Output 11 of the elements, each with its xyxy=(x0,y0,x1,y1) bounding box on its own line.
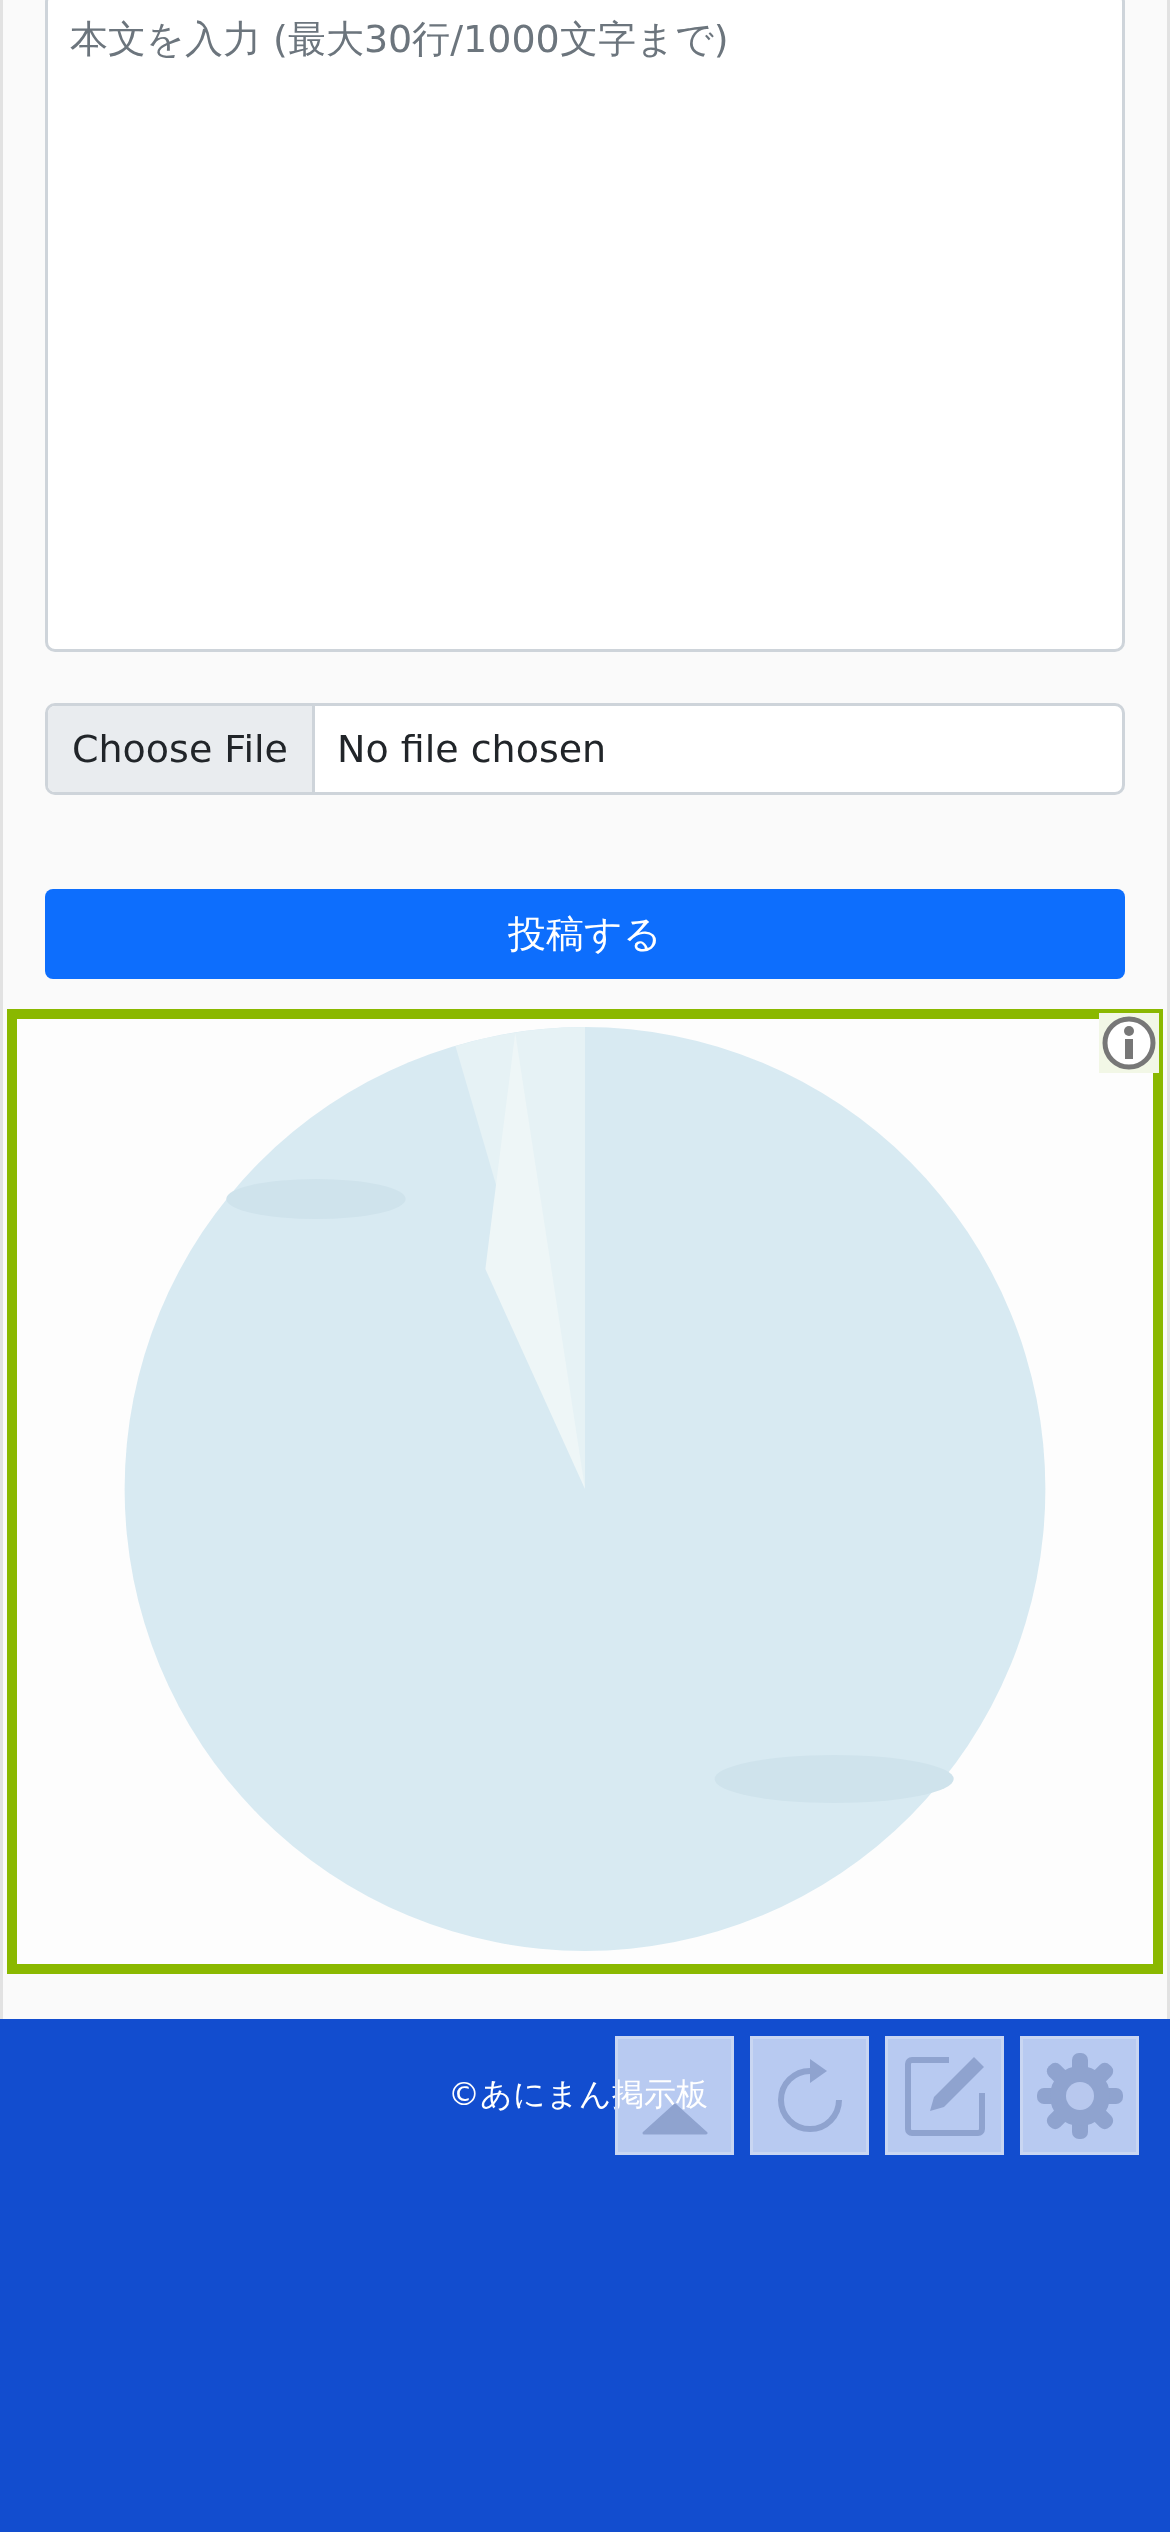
edit-button[interactable] xyxy=(885,2036,1004,2155)
body-textarea[interactable]: 本文を入力 (最大30行/1000文字まで) xyxy=(45,0,1125,652)
edit-icon xyxy=(903,2054,986,2137)
settings-icon xyxy=(1034,2050,1125,2141)
reload-button[interactable] xyxy=(750,2036,869,2155)
settings-button[interactable] xyxy=(1020,2036,1139,2155)
info-icon[interactable] xyxy=(1099,1013,1159,1073)
choose-file-button[interactable]: Choose File xyxy=(48,706,315,792)
submit-button[interactable]: 投稿する xyxy=(45,889,1125,979)
file-input[interactable]: Choose File No file chosen xyxy=(45,703,1125,795)
file-status: No file chosen xyxy=(335,725,608,773)
